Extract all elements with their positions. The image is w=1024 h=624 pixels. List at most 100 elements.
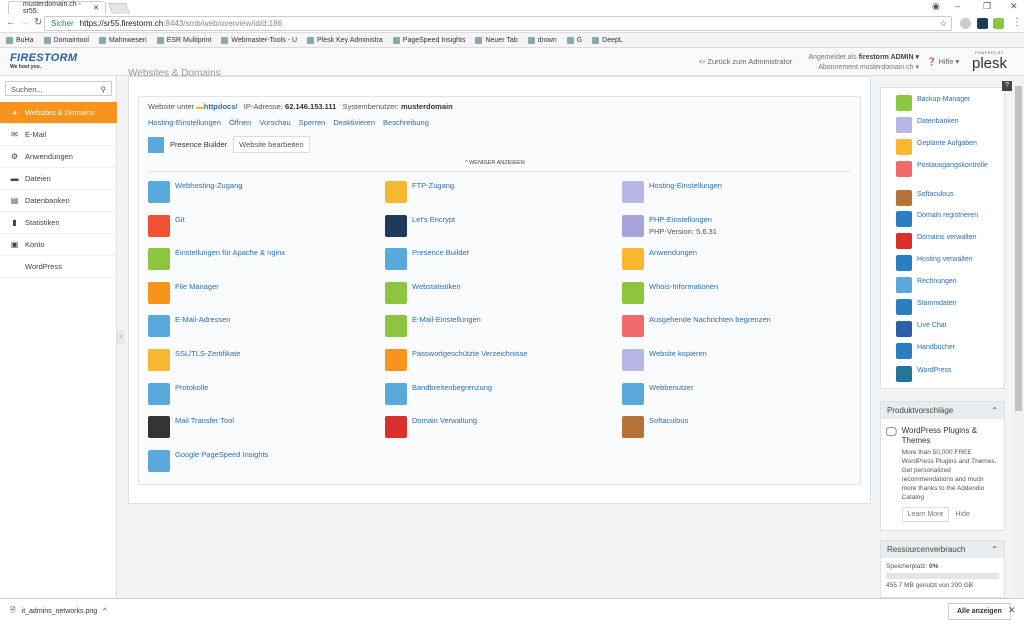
- profile-icon[interactable]: ◉: [932, 1, 940, 12]
- subscription-menu[interactable]: musterdomain.ch ▾: [860, 64, 919, 71]
- action-link[interactable]: Deaktivieren: [333, 118, 375, 127]
- tool-link[interactable]: PHP-Einstellungen: [649, 215, 717, 225]
- sidebar-item-e-mail[interactable]: ✉ E-Mail: [0, 124, 117, 146]
- tool-item[interactable]: Google PageSpeed Insights: [148, 449, 268, 472]
- bookmark-item[interactable]: Domaintool: [43, 36, 89, 44]
- quick-link[interactable]: Geplante Aufgaben: [896, 139, 1001, 155]
- tool-link[interactable]: Bandbreitenbegrenzung: [412, 383, 492, 393]
- tool-item[interactable]: Presence Builder: [385, 248, 469, 271]
- tool-link[interactable]: SSL/TLS-Zertifikate: [175, 349, 240, 359]
- tool-item[interactable]: Ausgehende Nachrichten begrenzen: [622, 315, 771, 338]
- tool-item[interactable]: SSL/TLS-Zertifikate: [148, 349, 240, 371]
- reload-icon[interactable]: ↻: [34, 17, 42, 28]
- tool-item[interactable]: Passwortgeschützte Verzeichnisse: [385, 349, 527, 371]
- close-download-bar-icon[interactable]: ✕: [1008, 605, 1016, 616]
- help-icon[interactable]: ?: [1002, 81, 1012, 91]
- tool-link[interactable]: Webstatistiken: [412, 282, 461, 292]
- tool-item[interactable]: Hosting-Einstellungen: [622, 181, 722, 203]
- bookmark-item[interactable]: Neuer Tab: [475, 36, 518, 44]
- tool-link[interactable]: Webhosting-Zugang: [175, 181, 242, 191]
- tool-link[interactable]: Hosting-Einstellungen: [649, 181, 722, 191]
- tool-item[interactable]: Bandbreitenbegrenzung: [385, 382, 492, 405]
- collapse-icon[interactable]: ⌃: [991, 406, 998, 415]
- search-input[interactable]: Suchen... ⚲: [5, 81, 112, 96]
- tool-link[interactable]: Einstellungen für Apache & nginx: [175, 248, 285, 258]
- scrollbar-thumb[interactable]: [1015, 86, 1022, 411]
- help-menu[interactable]: ❓ Hilfe ▾: [927, 57, 959, 66]
- quick-link[interactable]: Stammdaten: [896, 299, 1001, 315]
- sidebar-item-datenbanken[interactable]: ▤ Datenbanken: [0, 190, 117, 212]
- quick-link[interactable]: Datenbanken: [896, 117, 1001, 133]
- tool-item[interactable]: Mail Transfer Tool: [148, 416, 234, 439]
- hide-button[interactable]: Hide: [955, 511, 969, 518]
- bookmark-item[interactable]: DeepL: [592, 36, 623, 44]
- minimize-icon[interactable]: –: [955, 1, 960, 11]
- logo[interactable]: FIRESTORM: [10, 52, 77, 64]
- tool-link[interactable]: Anwendungen: [649, 248, 697, 258]
- tool-link[interactable]: Mail Transfer Tool: [175, 416, 234, 426]
- maximize-icon[interactable]: ❐: [983, 1, 991, 12]
- bookmark-item[interactable]: ESR Multiprint: [156, 36, 211, 44]
- tool-link[interactable]: Protokolle: [175, 383, 208, 393]
- download-item[interactable]: 🗎 it_admins_networks.png ^: [10, 606, 106, 617]
- url-input[interactable]: Sicher https://sr55.firestorm.ch:8443/smb…: [44, 16, 952, 31]
- tool-item[interactable]: Let's Encrypt: [385, 214, 455, 237]
- bookmark-item[interactable]: G: [566, 36, 582, 44]
- tool-item[interactable]: E-Mail-Adressen: [148, 315, 230, 338]
- tool-link[interactable]: Website kopieren: [649, 349, 707, 359]
- quick-link[interactable]: Backup-Manager: [896, 95, 1001, 111]
- star-icon[interactable]: ☆: [940, 19, 947, 28]
- new-tab-button[interactable]: [107, 3, 131, 14]
- quick-link[interactable]: Rechnungen: [896, 277, 1001, 293]
- tool-item[interactable]: Domain Verwaltung: [385, 416, 477, 439]
- tool-item[interactable]: Website kopieren: [622, 349, 707, 371]
- tool-item[interactable]: File Manager: [148, 281, 219, 304]
- tool-link[interactable]: Let's Encrypt: [412, 215, 455, 225]
- show-less-toggle[interactable]: ^ WENIGER ANZEIGEN: [465, 160, 525, 166]
- extension-icon[interactable]: [960, 18, 971, 29]
- tool-item[interactable]: Webstatistiken: [385, 281, 461, 304]
- tool-link[interactable]: Ausgehende Nachrichten begrenzen: [649, 315, 771, 325]
- tool-link[interactable]: E-Mail-Einstellungen: [412, 315, 481, 325]
- tool-link[interactable]: FTP-Zugang: [412, 181, 454, 191]
- quick-link[interactable]: Domains verwalten: [896, 233, 1001, 249]
- tool-item[interactable]: Einstellungen für Apache & nginx: [148, 248, 285, 271]
- plesk-logo[interactable]: plesk: [972, 55, 1007, 72]
- back-to-admin-link[interactable]: ⇦ Zurück zum Administrator: [699, 57, 792, 66]
- quick-link[interactable]: Domain registrieren: [896, 211, 1001, 227]
- sidebar-item-wordpress[interactable]: WordPress: [0, 256, 117, 278]
- tool-item[interactable]: Git: [148, 214, 185, 237]
- bookmark-item[interactable]: drown: [527, 36, 557, 44]
- close-window-icon[interactable]: ✕: [1010, 1, 1018, 12]
- tool-link[interactable]: Webbenutzer: [649, 383, 693, 393]
- forward-icon[interactable]: →: [20, 17, 30, 28]
- bookmark-item[interactable]: BuHa: [6, 36, 34, 44]
- tool-item[interactable]: Anwendungen: [622, 248, 697, 271]
- sidebar-item-dateien[interactable]: ▬ Dateien: [0, 168, 117, 190]
- quick-link[interactable]: Softaculous: [896, 190, 1001, 206]
- browser-tab[interactable]: musterdomain.ch - sr55. ✕: [8, 1, 106, 15]
- tool-item[interactable]: FTP-Zugang: [385, 181, 454, 203]
- tool-link[interactable]: E-Mail-Adressen: [175, 315, 230, 325]
- tool-item[interactable]: Softaculous: [622, 416, 688, 439]
- extension-icon[interactable]: [993, 18, 1004, 29]
- tool-item[interactable]: Whois-Informationen: [622, 281, 718, 304]
- tool-link[interactable]: Presence Builder: [412, 248, 469, 258]
- sidebar-item-websites-domains[interactable]: ◕ Websites & Domains: [0, 102, 117, 124]
- action-link[interactable]: Hosting-Einstellungen: [148, 118, 221, 127]
- tool-link[interactable]: Passwortgeschützte Verzeichnisse: [412, 349, 527, 359]
- tool-link[interactable]: Whois-Informationen: [649, 282, 718, 292]
- action-link[interactable]: Beschreibung: [383, 118, 429, 127]
- tool-link[interactable]: Domain Verwaltung: [412, 416, 477, 426]
- tool-link[interactable]: Softaculous: [649, 416, 688, 426]
- user-menu[interactable]: firestorm ADMIN ▾: [859, 54, 919, 61]
- docroot-link[interactable]: httpdocs/: [204, 102, 238, 111]
- tool-item[interactable]: PHP-Einstellungen PHP-Version: 5.6.31: [622, 214, 717, 237]
- tool-link[interactable]: Google PageSpeed Insights: [175, 450, 268, 460]
- tool-link[interactable]: File Manager: [175, 282, 219, 292]
- collapse-sidebar-handle[interactable]: ‹: [117, 330, 125, 344]
- quick-link[interactable]: Handbücher: [896, 343, 1001, 359]
- bookmark-item[interactable]: Webmaster-Tools - U: [221, 36, 297, 44]
- bookmark-item[interactable]: Mahnwesen: [98, 36, 147, 44]
- collapse-icon[interactable]: ⌃: [991, 545, 998, 554]
